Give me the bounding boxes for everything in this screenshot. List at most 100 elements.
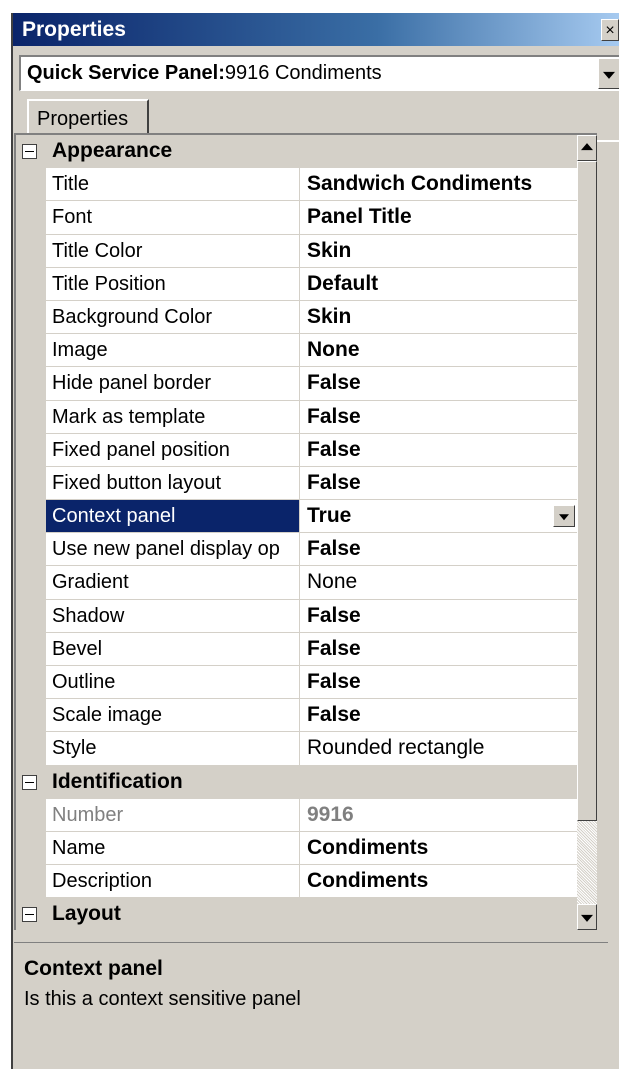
property-row[interactable]: Gradient None	[16, 566, 579, 600]
row-gutter	[16, 831, 46, 866]
property-name[interactable]: Title Position	[46, 267, 300, 300]
property-name[interactable]: Bevel	[46, 632, 300, 665]
property-row[interactable]: Name Condiments	[16, 831, 579, 866]
property-name[interactable]: Shadow	[46, 599, 300, 632]
property-value: 9916	[307, 802, 354, 826]
property-row[interactable]: Style Rounded rectangle	[16, 732, 579, 766]
description-text: Is this a context sensitive panel	[24, 988, 301, 1010]
scroll-up-button[interactable]	[577, 135, 597, 161]
property-name[interactable]: Title	[46, 168, 300, 201]
row-gutter	[16, 168, 46, 202]
property-row[interactable]: Title Color Skin	[16, 234, 579, 268]
property-value[interactable]: False	[301, 600, 579, 632]
value-dropdown-button[interactable]	[553, 505, 575, 528]
row-gutter	[16, 599, 46, 633]
vertical-scrollbar[interactable]	[577, 135, 597, 930]
property-value[interactable]: Default	[301, 268, 579, 300]
row-gutter	[16, 500, 46, 534]
category-row-identification[interactable]: Identification	[16, 765, 579, 799]
collapse-icon[interactable]	[22, 907, 37, 923]
property-value[interactable]: False	[301, 434, 579, 466]
property-name[interactable]: Gradient	[46, 566, 300, 599]
property-row[interactable]: Description Condiments	[16, 865, 579, 899]
row-gutter	[16, 466, 46, 501]
property-value[interactable]: Panel Title	[301, 201, 579, 233]
property-name[interactable]: Name	[46, 831, 300, 865]
scroll-thumb[interactable]	[577, 161, 597, 821]
arrow-down-icon	[581, 914, 593, 922]
row-gutter	[16, 234, 46, 268]
property-value[interactable]: False	[301, 467, 579, 499]
category-row-appearance[interactable]: Appearance	[16, 135, 579, 169]
collapse-icon[interactable]	[22, 774, 37, 790]
property-value[interactable]: False	[301, 666, 579, 698]
property-value[interactable]: False	[301, 401, 579, 433]
property-name[interactable]: Context panel	[46, 500, 300, 533]
property-row[interactable]: Number 9916	[16, 798, 579, 832]
property-row[interactable]: Bevel False	[16, 632, 579, 666]
property-name[interactable]: Fixed panel position	[46, 433, 300, 466]
title-bar[interactable]: Properties ×	[13, 13, 619, 46]
property-value[interactable]: Skin	[301, 235, 579, 267]
property-value[interactable]: False	[301, 633, 579, 665]
category-row-layout[interactable]: Layout	[16, 898, 579, 930]
property-row[interactable]: Outline False	[16, 666, 579, 700]
property-value[interactable]: None	[301, 566, 579, 598]
row-gutter	[16, 400, 46, 434]
scroll-down-button[interactable]	[577, 904, 597, 930]
property-row[interactable]: Shadow False	[16, 599, 579, 633]
close-icon: ×	[605, 22, 615, 39]
property-value[interactable]: Skin	[301, 301, 579, 333]
property-name[interactable]: Title Color	[46, 234, 300, 267]
property-value[interactable]: Condiments	[301, 832, 579, 864]
collapse-icon[interactable]	[22, 144, 37, 159]
property-row[interactable]: Mark as template False	[16, 400, 579, 434]
property-name[interactable]: Font	[46, 201, 300, 234]
property-row[interactable]: Title Position Default	[16, 267, 579, 301]
row-gutter	[16, 699, 46, 733]
property-name[interactable]: Scale image	[46, 699, 300, 732]
property-row[interactable]: Image None	[16, 334, 579, 368]
row-gutter	[16, 632, 46, 666]
property-name[interactable]: Image	[46, 334, 300, 367]
property-row[interactable]: Use new panel display op False	[16, 533, 579, 567]
property-grid[interactable]: Appearance Title Sandwich Condiments Font Pa…	[14, 133, 597, 930]
property-value[interactable]: False	[301, 699, 579, 731]
object-selector-value: Quick Service Panel:9916 Condiments	[27, 62, 382, 85]
property-name[interactable]: Style	[46, 732, 300, 765]
property-name[interactable]: Use new panel display op	[46, 533, 300, 566]
property-value[interactable]: False	[301, 367, 579, 399]
property-row[interactable]: Fixed button layout False	[16, 466, 579, 501]
row-gutter	[16, 433, 46, 467]
property-row[interactable]: Background Color Skin	[16, 300, 579, 335]
property-name[interactable]: Number	[46, 798, 300, 831]
property-name[interactable]: Fixed button layout	[46, 466, 300, 500]
object-type-label: Quick Service Panel:	[27, 62, 225, 84]
property-value[interactable]: None	[301, 334, 579, 366]
property-value[interactable]: Condiments	[301, 865, 579, 897]
property-name[interactable]: Hide panel border	[46, 367, 300, 400]
object-selector-arrow-button[interactable]	[598, 58, 619, 89]
property-grid-rows: Appearance Title Sandwich Condiments Font Pa…	[16, 135, 579, 930]
property-row[interactable]: Scale image False	[16, 699, 579, 733]
property-row[interactable]: Fixed panel position False	[16, 433, 579, 467]
object-selector-dropdown[interactable]: Quick Service Panel:9916 Condiments	[19, 55, 619, 91]
property-name[interactable]: Background Color	[46, 300, 300, 334]
property-value[interactable]: Sandwich Condiments	[301, 168, 579, 200]
property-row[interactable]: Context panel True	[16, 500, 579, 534]
property-value[interactable]: False	[301, 533, 579, 565]
close-button[interactable]: ×	[601, 19, 619, 41]
property-row[interactable]: Title Sandwich Condiments	[16, 168, 579, 202]
property-name[interactable]: Mark as template	[46, 400, 300, 433]
object-name-label: 9916 Condiments	[224, 62, 382, 84]
property-name[interactable]: Outline	[46, 666, 300, 699]
property-value[interactable]: Rounded rectangle	[301, 732, 579, 764]
property-row[interactable]: Font Panel Title	[16, 201, 579, 235]
description-pane: Context panel Is this a context sensitiv…	[14, 942, 608, 1057]
description-title: Context panel	[24, 957, 163, 980]
property-row[interactable]: Hide panel border False	[16, 367, 579, 401]
arrow-up-icon	[581, 143, 593, 151]
property-name[interactable]: Description	[46, 865, 300, 898]
property-value[interactable]: True	[301, 500, 579, 532]
row-gutter	[16, 666, 46, 700]
